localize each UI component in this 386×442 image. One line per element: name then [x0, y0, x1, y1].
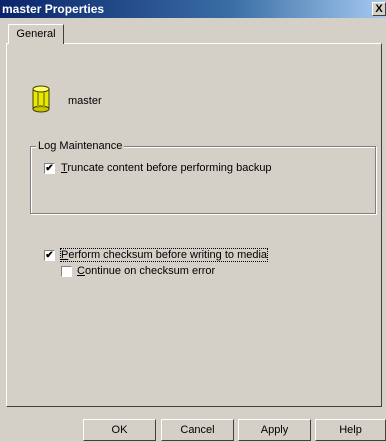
log-maintenance-title: Log Maintenance: [36, 140, 125, 152]
tab-general[interactable]: General: [8, 24, 64, 44]
database-name: master: [68, 95, 102, 107]
continue-on-error-text: ontinue on checksum error: [84, 265, 216, 277]
perform-checksum-checkbox[interactable]: ✔: [44, 250, 55, 261]
database-icon: [32, 85, 50, 113]
help-button[interactable]: Help: [315, 419, 386, 441]
title-bar: master Properties X: [0, 0, 386, 18]
truncate-label[interactable]: Truncate content before performing backu…: [61, 162, 272, 174]
close-button[interactable]: X: [372, 2, 386, 16]
truncate-text: runcate content before performing backup: [67, 162, 272, 174]
continue-on-error-label[interactable]: Continue on checksum error: [77, 265, 215, 277]
apply-button[interactable]: Apply: [238, 419, 311, 441]
continue-on-error-mnemonic: C: [77, 265, 85, 277]
truncate-checkbox[interactable]: ✔: [44, 163, 55, 174]
perform-checksum-text: erform checksum before writing to media: [68, 249, 268, 261]
cancel-button[interactable]: Cancel: [161, 419, 234, 441]
continue-on-error-checkbox[interactable]: [61, 266, 72, 277]
ok-button[interactable]: OK: [83, 419, 156, 441]
window-title: master Properties: [2, 2, 105, 16]
log-maintenance-group: [30, 146, 376, 214]
perform-checksum-label[interactable]: Perform checksum before writing to media: [59, 248, 269, 262]
tab-panel-general: [6, 43, 382, 407]
